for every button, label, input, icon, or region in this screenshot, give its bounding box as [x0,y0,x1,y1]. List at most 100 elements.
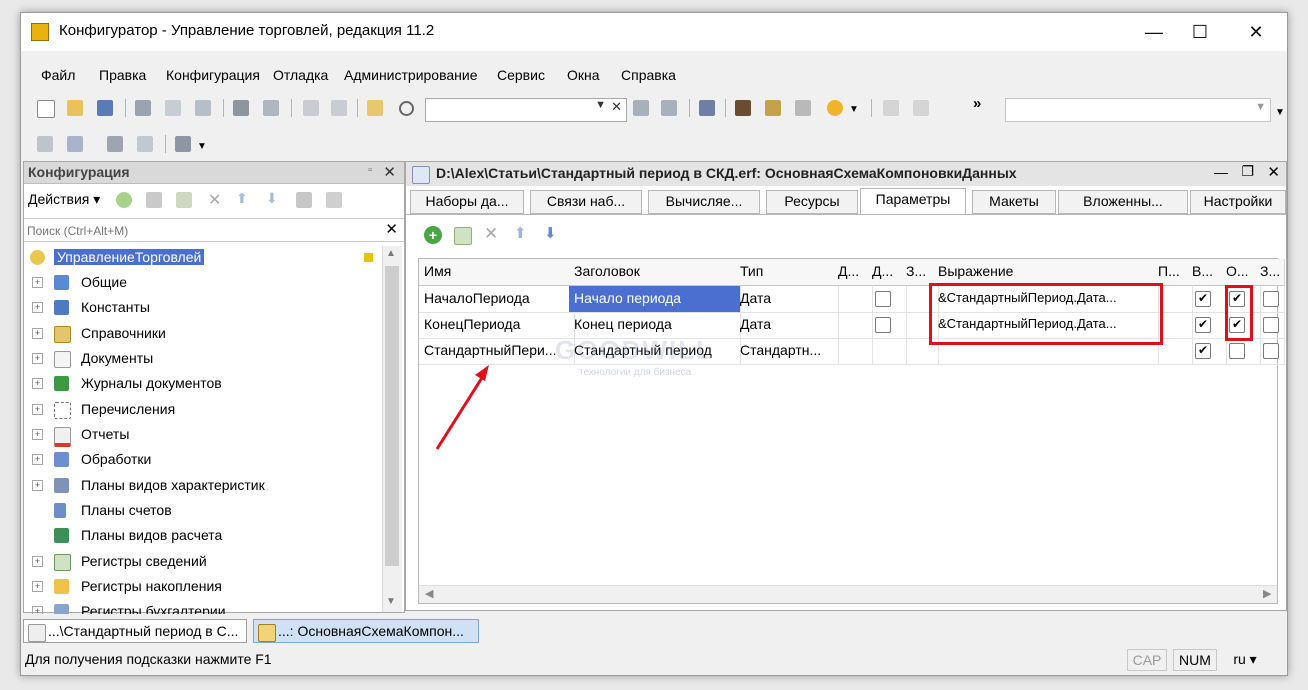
find-prev-icon[interactable] [661,100,677,116]
tree-item-char-types[interactable]: + Планы видов характеристик [24,474,384,498]
tree-item-calc-types[interactable]: Планы видов расчета [24,524,384,548]
tab-dataset-links[interactable]: Связи наб... [530,190,642,214]
accounting-registers-icon [54,604,69,614]
tab-datasets[interactable]: Наборы да... [410,190,524,214]
toolbar-combo[interactable]: ▼ [1005,98,1271,122]
copy-parameter-icon[interactable] [454,227,472,245]
taskbar-item-schema[interactable]: ...: ОсновнаяСхемаКомпон... [253,619,479,643]
configuration-tree: УправлениеТорговлей + Общие + Константы + С… [24,246,384,614]
schema-window-icon [258,624,276,642]
move-down-icon[interactable]: ⬇ [266,190,278,207]
tree-scrollbar-thumb[interactable] [385,266,399,566]
tab-resources[interactable]: Ресурсы [766,190,858,214]
paste-icon[interactable] [195,100,211,116]
tree-item-reports[interactable]: + Отчеты [24,423,384,447]
search-input[interactable]: ▼ ✕ [425,98,627,122]
step-over-icon[interactable] [913,100,929,116]
menu-edit[interactable]: Правка [99,67,146,83]
tree-item-common[interactable]: + Общие [24,271,384,295]
tab-settings[interactable]: Настройки [1190,190,1286,214]
clear-search-icon[interactable]: ✕ [611,99,622,115]
tree-item-journals[interactable]: + Журналы документов [24,372,384,396]
tree-item-accum-registers[interactable]: + Регистры накопления [24,575,384,599]
table-h-scrollbar[interactable]: ◀ ▶ [419,585,1277,603]
menu-windows[interactable]: Окна [567,67,600,83]
copy-item-icon[interactable] [176,192,192,208]
tree-item-catalogs[interactable]: + Справочники [24,322,384,346]
tree-item-enums[interactable]: + Перечисления [24,398,384,422]
parameters-table: Имя Заголовок Тип Д... Д... З... Выражен… [418,258,1285,604]
windows-icon[interactable] [699,100,715,116]
undo-icon[interactable] [303,100,319,116]
close-button[interactable]: ✕ [1233,17,1279,47]
tree-item-info-registers[interactable]: + Регистры сведений [24,550,384,574]
print-icon[interactable] [233,100,249,116]
secondary-toolbar: ▼ [21,131,321,157]
move-parameter-up-icon[interactable]: ⬆ [514,224,527,242]
language-selector[interactable]: ru ▾ [1225,649,1265,671]
clear-panel-search-icon[interactable]: ✕ [385,220,398,238]
panel-search-input[interactable] [24,219,379,242]
description-icon[interactable] [795,100,811,116]
editor-minimize-icon[interactable]: — [1214,164,1228,180]
menu-debug[interactable]: Отладка [273,67,328,83]
form-icon[interactable] [67,136,83,152]
find-in-folder-icon[interactable] [367,100,383,116]
print-preview-icon[interactable] [263,100,279,116]
delete-icon[interactable]: ✕ [208,190,221,210]
save-icon[interactable] [97,100,113,116]
menu-administration[interactable]: Администрирование [344,67,478,83]
step-into-icon[interactable] [883,100,899,116]
panel-search-field[interactable]: ✕ [24,218,404,242]
catalogs-icon [54,326,71,343]
menu-service[interactable]: Сервис [497,67,545,83]
redo-icon[interactable] [331,100,347,116]
add-parameter-icon[interactable]: + [424,226,442,244]
journals-icon [54,376,69,391]
cut-icon[interactable] [135,100,151,116]
move-parameter-down-icon[interactable]: ⬇ [544,224,557,242]
editor-restore-icon[interactable]: ❐ [1241,163,1254,180]
tab-calculated-fields[interactable]: Вычисляе... [648,190,760,214]
tab-parameters[interactable]: Параметры [860,188,966,215]
tree-item-documents[interactable]: + Документы [24,347,384,371]
add-icon[interactable] [116,192,132,208]
copy-icon[interactable] [165,100,181,116]
new-doc-icon[interactable] [37,100,55,118]
menu-help[interactable]: Справка [621,67,676,83]
move-up-icon[interactable]: ⬆ [236,190,248,207]
configuration-panel: Конфигурация ▫ ✕ Действия ▾ ✕ ⬆ ⬇ ✕ Упра… [23,161,405,614]
module-icon[interactable] [37,136,53,152]
table-icon[interactable] [137,136,153,152]
delete-parameter-icon[interactable]: ✕ [484,224,498,244]
maximize-button[interactable]: ☐ [1177,17,1223,47]
sort-icon[interactable] [296,192,312,208]
tab-templates[interactable]: Макеты [972,190,1056,214]
toolbar-overflow-button[interactable]: » [973,95,981,112]
tab-nested-schemas[interactable]: Вложенны... [1058,190,1188,214]
info-icon[interactable] [827,100,843,116]
editor-close-icon[interactable]: ✕ [1267,163,1280,181]
tree-item-accounting-registers[interactable]: + Регистры бухгалтерии [24,600,384,614]
tree-item-constants[interactable]: + Константы [24,296,384,320]
taskbar-item-processing[interactable]: ...\Стандартный период в С... [23,619,247,643]
tree-item-chart-of-accounts[interactable]: Планы счетов [24,499,384,523]
search-icon[interactable] [399,101,414,116]
open-folder-icon[interactable] [67,100,83,116]
minimize-button[interactable]: — [1131,17,1177,47]
panel-close-icon[interactable]: ✕ [383,163,396,181]
menu-file[interactable]: Файл [41,67,75,83]
pin-icon[interactable]: ▫ [368,164,372,176]
wizard-icon[interactable] [735,100,751,116]
syntax-helper-icon[interactable] [765,100,781,116]
menu-configuration[interactable]: Конфигурация [166,67,260,83]
database-icon[interactable] [107,136,123,152]
tree-item-processing[interactable]: + Обработки [24,448,384,472]
tree-scrollbar[interactable]: ▲ ▼ [382,246,402,612]
find-next-icon[interactable] [633,100,649,116]
actions-menu[interactable]: Действия ▾ [28,191,100,208]
edit-icon[interactable] [146,192,162,208]
run-icon[interactable] [175,136,191,152]
tree-item-root[interactable]: УправлениеТорговлей [24,246,384,270]
filter-icon[interactable] [326,192,342,208]
